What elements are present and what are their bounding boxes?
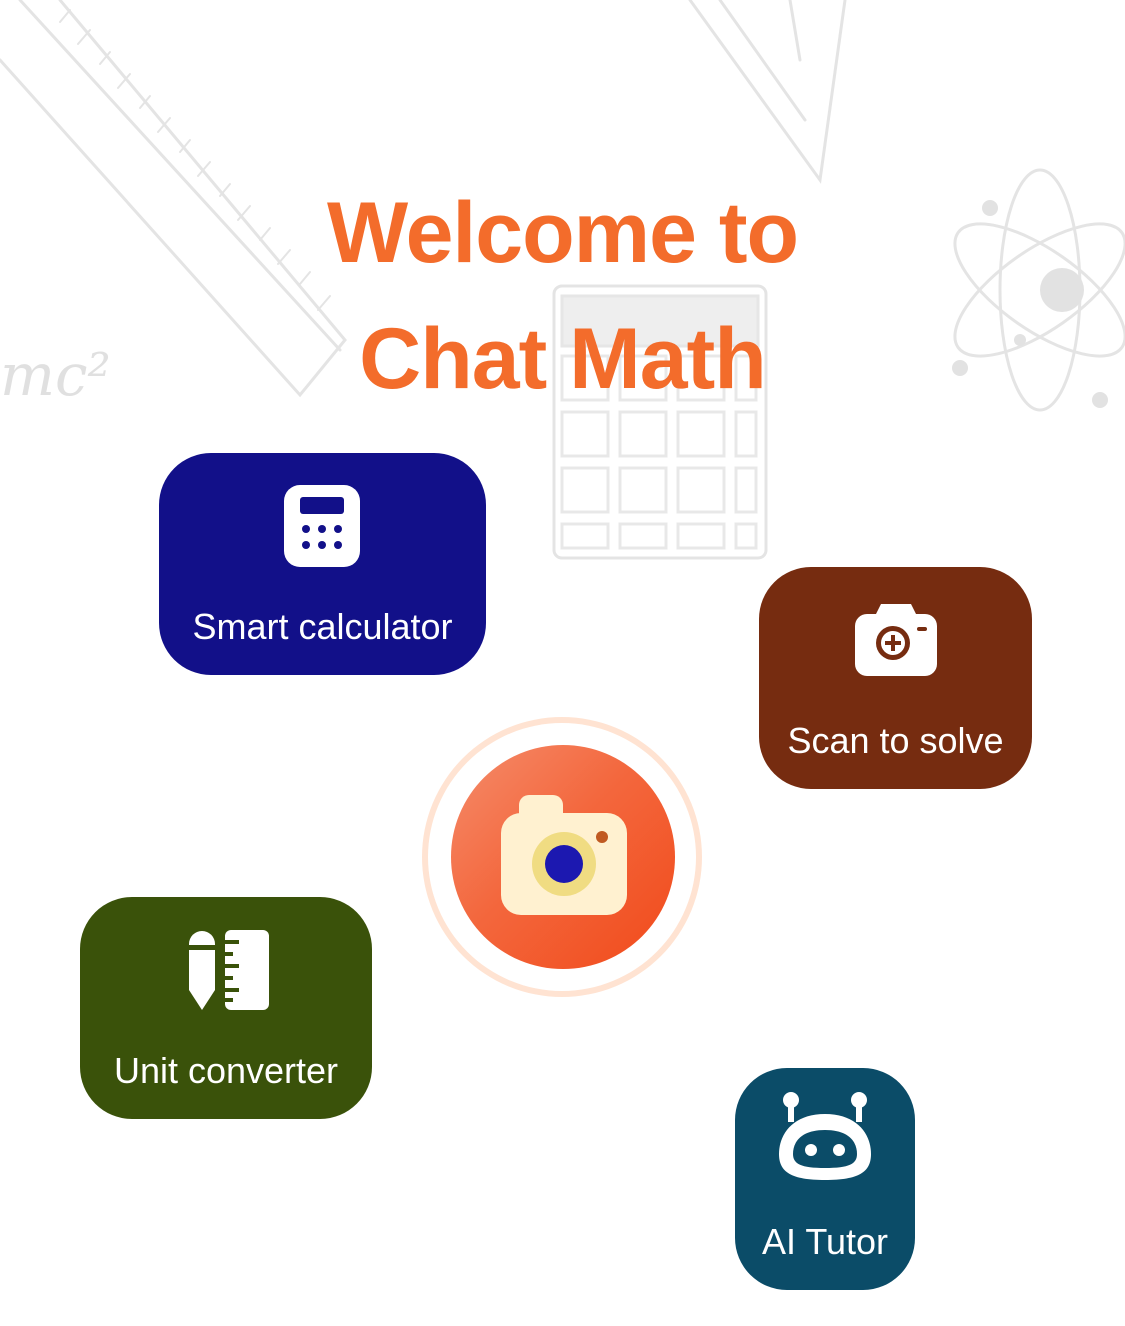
unit-converter-button[interactable]: Unit converter xyxy=(80,897,372,1119)
unit-converter-label: Unit converter xyxy=(113,1050,339,1091)
camera-plus-icon xyxy=(855,601,937,677)
camera-capture-button[interactable] xyxy=(422,717,702,997)
scan-to-solve-button[interactable]: Scan to solve xyxy=(759,567,1032,789)
camera-button-core xyxy=(451,745,675,969)
pencil-ruler-icon xyxy=(180,927,272,1013)
ai-tutor-label: AI Tutor xyxy=(761,1221,889,1262)
title-line-1: Welcome to xyxy=(326,185,799,281)
title-line-2: Chat Math xyxy=(359,311,767,407)
camera-icon xyxy=(501,795,627,915)
welcome-title: Welcome to Chat Math xyxy=(0,170,1125,422)
scan-to-solve-label: Scan to solve xyxy=(787,720,1004,761)
smart-calculator-button[interactable]: Smart calculator xyxy=(159,453,486,675)
calculator-icon xyxy=(284,481,360,571)
smart-calculator-label: Smart calculator xyxy=(192,606,453,647)
ai-tutor-button[interactable]: AI Tutor xyxy=(735,1068,915,1290)
robot-icon xyxy=(773,1090,877,1190)
